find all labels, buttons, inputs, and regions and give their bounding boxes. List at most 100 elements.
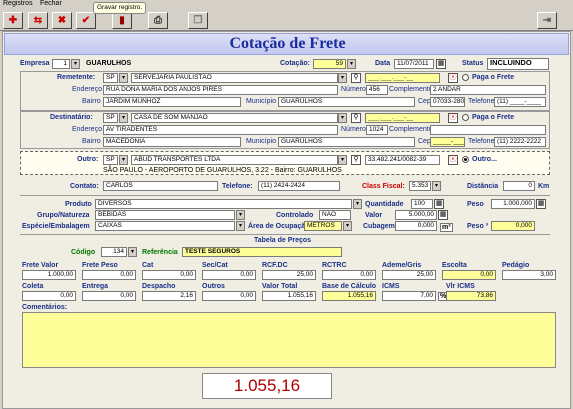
controlado-field[interactable]: NÃO (319, 210, 351, 220)
outro-label: Outro: (77, 156, 99, 163)
destinatario-numero-field[interactable]: 1024 (366, 125, 388, 135)
area-dropdown[interactable]: ▾ (343, 221, 352, 231)
menu-fechar[interactable]: Fechar (40, 0, 62, 7)
grupo-field[interactable]: BEBIDAS (95, 210, 235, 220)
destinatario-uf-field[interactable]: SP (103, 113, 118, 123)
classfiscal-field[interactable]: 5.353 (409, 181, 431, 191)
outros-field[interactable]: 0,00 (202, 291, 256, 301)
cotacao-dropdown[interactable]: ▾ (347, 59, 356, 69)
remetente-municipio-field[interactable]: GUARULHOS (278, 97, 415, 107)
remetente-doc-icon[interactable]: ⓔ (448, 73, 458, 83)
outro-nome-dropdown[interactable]: ▾ (338, 155, 347, 165)
valor-calc-icon[interactable]: ▦ (438, 210, 448, 220)
peso-field[interactable]: 1.000,000 (491, 199, 535, 209)
exit-icon[interactable]: ⇥ (537, 12, 557, 29)
area-field[interactable]: METROS (304, 221, 342, 231)
destinatario-bairro-field[interactable]: MACEDONIA (103, 137, 241, 147)
remetente-numero-field[interactable]: 456 (366, 85, 388, 95)
print-icon[interactable]: ⎙ (148, 12, 168, 29)
pedagio-field[interactable]: 3,00 (502, 270, 556, 280)
destinatario-endereco-field[interactable]: AV TIRADENTES (103, 125, 338, 135)
remetente-cnpj-field[interactable]: ___.___.___-__ (365, 73, 440, 83)
outro-uf-dropdown[interactable]: ▾ (119, 155, 128, 165)
remetente-uf-field[interactable]: SP (103, 73, 118, 83)
outro-radio[interactable] (462, 156, 469, 163)
produto-field[interactable]: DIVERSOS (95, 199, 352, 209)
peso3-field[interactable]: 0,000 (491, 221, 535, 231)
sec-cat-field[interactable]: 0,00 (202, 270, 256, 280)
remetente-telefone-field[interactable]: (11) ____-____ (494, 97, 546, 107)
valor-field[interactable]: 5.000,00 (395, 210, 437, 220)
classfiscal-dropdown[interactable]: ▾ (432, 181, 441, 191)
edit-record-icon[interactable]: ⇆ (28, 12, 48, 29)
calendar-icon[interactable]: ▦ (436, 59, 446, 69)
base-calc-field[interactable]: 1.055,16 (322, 291, 376, 301)
cubagem-field[interactable]: 0,000 (395, 221, 437, 231)
outro-search-icon[interactable]: ⚲ (351, 155, 361, 165)
frete-peso-field[interactable]: 0,00 (82, 270, 136, 280)
destinatario-nome-dropdown[interactable]: ▾ (338, 113, 347, 123)
destinatario-nome-field[interactable]: CASA DE SOM MANJÃO (131, 113, 338, 123)
remetente-endereco-field[interactable]: RUA DONA MARIA DOS ANJOS PIRES (103, 85, 338, 95)
distancia-field[interactable]: 0 (503, 181, 535, 191)
destinatario-cep-field[interactable]: _____-___ (430, 137, 465, 147)
copy-icon[interactable]: ❐ (188, 12, 208, 29)
data-field[interactable]: 11/07/2011 (394, 59, 434, 69)
destinatario-search-icon[interactable]: ⚲ (351, 113, 361, 123)
destinatario-municipio-field[interactable]: GUARULHOS (278, 137, 415, 147)
outro-cnpj-field[interactable]: 33.482.241/0082-39 (365, 155, 440, 165)
entrega-field[interactable]: 0,00 (82, 291, 136, 301)
frete-valor-field[interactable]: 1.000,00 (22, 270, 76, 280)
outro-uf-field[interactable]: SP (103, 155, 118, 165)
contato-telefone-field[interactable]: (11) 2424-2424 (258, 181, 340, 191)
remetente-telefone-label: Telefone (468, 98, 495, 105)
destinatario-bairro-label: Bairro (82, 138, 101, 145)
remetente-uf-dropdown[interactable]: ▾ (119, 73, 128, 83)
referencia-field[interactable]: TESTE SEGUROS (182, 247, 342, 257)
remetente-nome-dropdown[interactable]: ▾ (338, 73, 347, 83)
quantidade-calc-icon[interactable]: ▦ (434, 199, 444, 209)
destinatario-complemento-field[interactable] (430, 125, 546, 135)
especie-dropdown[interactable]: ▾ (236, 221, 245, 231)
rctrc-field[interactable]: 0,00 (322, 270, 376, 280)
codigo-dropdown[interactable]: ▾ (128, 247, 137, 257)
rcf-dc-field[interactable]: 25,00 (262, 270, 316, 280)
especie-field[interactable]: CAIXAS (95, 221, 235, 231)
cotacao-field[interactable]: 59 (313, 59, 346, 69)
destinatario-doc-icon[interactable]: ⓔ (448, 113, 458, 123)
cat-field[interactable]: 0,00 (142, 270, 196, 280)
codigo-field[interactable]: 134 (101, 247, 127, 257)
destinatario-telefone-field[interactable]: (11) 2222-2222 (494, 137, 546, 147)
produto-dropdown[interactable]: ▾ (353, 199, 362, 209)
contato-field[interactable]: CARLOS (103, 181, 218, 191)
destinatario-paga-radio[interactable] (462, 114, 469, 121)
quantidade-label: Quantidade (365, 201, 404, 208)
delete-record-icon[interactable]: ✖ (52, 12, 72, 29)
remetente-paga-radio[interactable] (462, 74, 469, 81)
new-record-icon[interactable]: ✚ (3, 12, 23, 29)
remetente-search-icon[interactable]: ⚲ (351, 73, 361, 83)
remetente-cep-field[interactable]: 07033-280 (430, 97, 465, 107)
quantidade-field[interactable]: 100 (411, 199, 433, 209)
coleta-field[interactable]: 0,00 (22, 291, 76, 301)
outro-nome-field[interactable]: ABUD TRANSPORTES LTDA (131, 155, 338, 165)
remetente-bairro-field[interactable]: JARDIM MUNHOZ (103, 97, 241, 107)
save-record-icon[interactable]: ✔ (76, 12, 96, 29)
menu-registros[interactable]: Registros (3, 0, 33, 7)
remetente-complemento-field[interactable]: 2 ANDAR (430, 85, 546, 95)
empresa-dropdown[interactable]: ▾ (71, 59, 80, 69)
grupo-dropdown[interactable]: ▾ (236, 210, 245, 220)
vlr-icms-field[interactable]: 73,86 (446, 291, 496, 301)
escolta-field[interactable]: 0,00 (442, 270, 496, 280)
despacho-field[interactable]: 2,16 (142, 291, 196, 301)
icms-field[interactable]: 7,00 (382, 291, 436, 301)
peso-calc-icon[interactable]: ▦ (536, 199, 546, 209)
destinatario-uf-dropdown[interactable]: ▾ (119, 113, 128, 123)
cancel-record-icon[interactable]: ▮ (112, 12, 132, 29)
remetente-nome-field[interactable]: SERVEJARIA PAULISTÃO (131, 73, 338, 83)
destinatario-cnpj-field[interactable]: ___.___.___-__ (365, 113, 440, 123)
comentarios-textarea[interactable] (22, 312, 556, 368)
outro-doc-icon[interactable]: ⓔ (448, 155, 458, 165)
ademe-field[interactable]: 25,00 (382, 270, 436, 280)
empresa-code-field[interactable]: 1 (52, 59, 70, 69)
